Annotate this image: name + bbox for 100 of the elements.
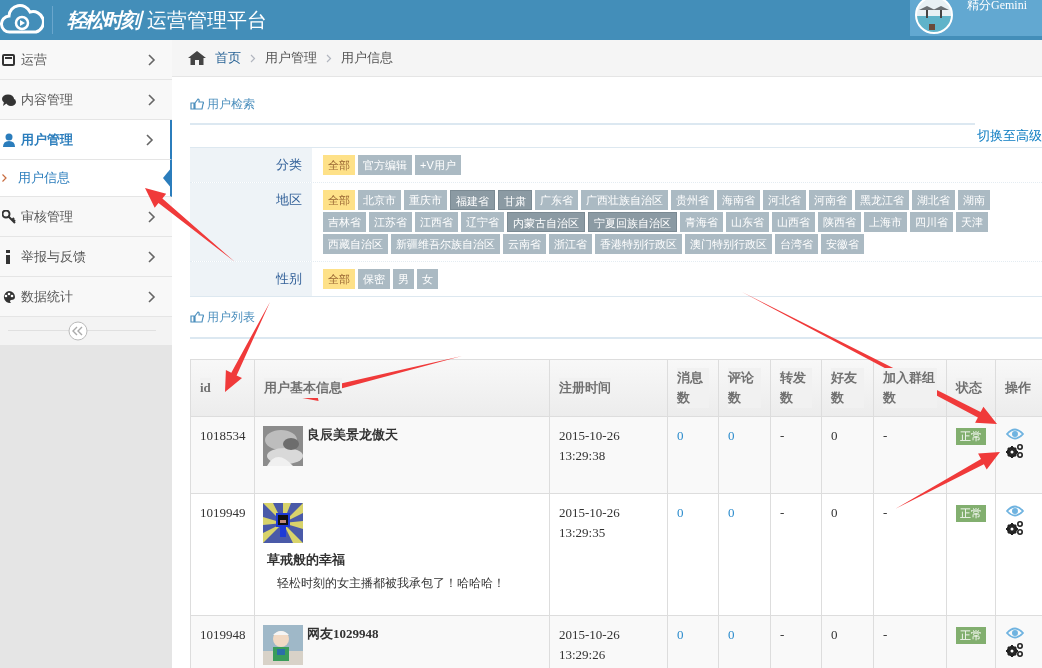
filter-tag[interactable]: 西藏自治区 [323, 233, 388, 254]
filter-tag[interactable]: 黑龙江省 [855, 189, 909, 210]
sidebar-label: 审核管理 [21, 207, 74, 226]
count-link[interactable]: 0 [677, 427, 684, 443]
advanced-search-link[interactable]: 切换至高级 [977, 126, 1042, 146]
chevron-icon [148, 210, 156, 223]
breadcrumb-item[interactable]: 用户管理 [265, 48, 317, 68]
register-date: 2015-10-26 [559, 503, 621, 522]
sidebar-item[interactable]: 内容管理 [0, 80, 172, 120]
count-link[interactable]: 0 [728, 626, 735, 642]
filter-tag[interactable]: 重庆市 [404, 189, 447, 210]
filter-tag[interactable]: 全部 [323, 154, 355, 175]
filter-tag[interactable]: 官方编辑 [358, 154, 412, 175]
sidebar-label: 举报与反馈 [21, 247, 87, 266]
filter-tag[interactable]: 山东省 [726, 211, 769, 232]
filter-tag[interactable]: 保密 [358, 268, 390, 289]
breadcrumb-item: 用户信息 [341, 49, 393, 68]
table-cell: 1019949 [200, 504, 246, 520]
table-cell: 1019948 [200, 626, 246, 642]
filter-tag[interactable]: 甘肃 [498, 189, 532, 210]
filter-tag[interactable]: 河南省 [809, 189, 852, 210]
chevron-icon [148, 250, 156, 263]
filter-tag[interactable]: 青海省 [680, 211, 723, 232]
sidebar-label: 内容管理 [21, 90, 74, 109]
filter-tag[interactable]: 男 [393, 268, 414, 289]
status-badge: 正常 [956, 626, 986, 644]
chat-bubbles-icon [2, 92, 16, 107]
chevron-icon [326, 53, 332, 63]
filter-tag[interactable]: 广西壮族自治区 [581, 189, 668, 210]
sidebar-label: 用户管理 [21, 130, 74, 149]
count-link[interactable]: 0 [677, 504, 684, 520]
table-cell: 1018534 [200, 427, 246, 443]
user-name: 精分Gemini [967, 0, 1027, 12]
section-title: 用户列表 [207, 308, 255, 326]
filter-tag[interactable]: 宁夏回族自治区 [588, 211, 677, 232]
filter-tag[interactable]: 安徽省 [821, 233, 864, 254]
user-name: 草戒般的幸福 [266, 551, 346, 569]
filter-tag[interactable]: 全部 [323, 189, 355, 210]
count-link[interactable]: 0 [728, 427, 735, 443]
register-date: 2015-10-26 [559, 426, 621, 445]
filter-tag[interactable]: 女 [417, 268, 438, 289]
filter-tag[interactable]: 内蒙古自治区 [507, 211, 585, 232]
filter-tag[interactable]: 广东省 [535, 189, 578, 210]
filter-tag[interactable]: 吉林省 [323, 211, 366, 232]
sidebar-subitem[interactable]: 用户信息 [0, 160, 172, 197]
filter-tag[interactable]: 云南省 [503, 233, 546, 254]
sidebar-item[interactable]: 用户管理 [0, 120, 172, 160]
filter-tag[interactable]: 湖北省 [912, 189, 955, 210]
sidebar-item[interactable]: 运营 [0, 40, 172, 80]
sidebar-item[interactable]: 数据统计 [0, 277, 172, 317]
table-cell: - [883, 504, 888, 520]
filter-tag[interactable]: 上海市 [864, 211, 907, 232]
filter-tag[interactable]: 江苏省 [369, 211, 412, 232]
filter-tag[interactable]: 澳门特别行政区 [685, 233, 772, 254]
table-cell: - [780, 504, 785, 520]
sidebar-label: 运营 [21, 50, 48, 69]
count-link[interactable]: 0 [677, 626, 684, 642]
collapse-button[interactable] [68, 321, 88, 341]
table-cell: 0 [831, 427, 838, 443]
chevron-icon [146, 133, 154, 146]
chevron-icon [148, 53, 156, 66]
sidebar-item[interactable]: 审核管理 [0, 197, 172, 237]
tablet-icon [2, 52, 16, 67]
filter-tag[interactable]: 天津 [956, 211, 988, 232]
filter-tag[interactable]: 辽宁省 [461, 211, 504, 232]
sidebar-item[interactable]: 举报与反馈 [0, 237, 172, 277]
breadcrumb-link[interactable]: 首页 [215, 48, 241, 68]
user-icon [2, 132, 16, 147]
filter-tag[interactable]: 台湾省 [775, 233, 818, 254]
chevron-icon [148, 290, 156, 303]
filter-tag[interactable]: 海南省 [717, 189, 760, 210]
filter-tag[interactable]: 四川省 [910, 211, 953, 232]
filter-tag[interactable]: +V用户 [415, 154, 461, 175]
column-header: 用户基本信息 [264, 377, 342, 398]
filter-tag[interactable]: 北京市 [358, 189, 401, 210]
table-cell: - [883, 427, 888, 443]
filter-tag[interactable]: 陕西省 [818, 211, 861, 232]
filter-label: 性别 [190, 261, 312, 296]
filter-tag[interactable]: 全部 [323, 268, 355, 289]
filter-tag[interactable]: 浙江省 [549, 233, 592, 254]
cloud-logo-icon [0, 4, 44, 36]
home-icon [188, 51, 206, 65]
thumbs-up-icon [190, 310, 204, 323]
user-name: 网友1029948 [307, 624, 379, 643]
filter-label: 地区 [190, 182, 312, 261]
register-time: 13:29:38 [559, 446, 607, 465]
filter-tag[interactable]: 湖南 [958, 189, 990, 210]
filter-tag[interactable]: 贵州省 [671, 189, 714, 210]
key-icon [2, 209, 16, 224]
filter-tag[interactable]: 新疆维吾尔族自治区 [391, 233, 500, 254]
filter-tag[interactable]: 山西省 [772, 211, 815, 232]
count-link[interactable]: 0 [728, 504, 735, 520]
thumbs-up-icon [190, 98, 204, 110]
filter-tag[interactable]: 河北省 [763, 189, 806, 210]
filter-tag[interactable]: 江西省 [415, 211, 458, 232]
table-cell: - [883, 626, 888, 642]
table-cell: - [780, 427, 785, 443]
user-bio: 轻松时刻的女主播都被我承包了！哈哈哈！ [276, 574, 506, 592]
filter-tag[interactable]: 福建省 [450, 189, 495, 210]
filter-tag[interactable]: 香港特别行政区 [595, 233, 682, 254]
